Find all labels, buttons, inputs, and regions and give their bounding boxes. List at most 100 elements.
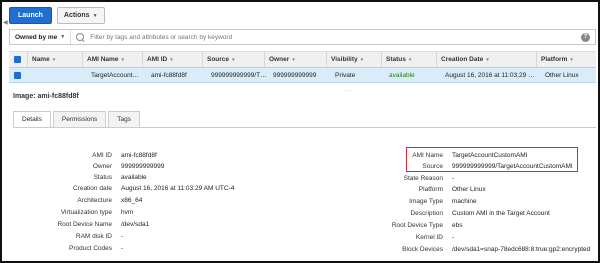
cell-visibility: Private — [335, 71, 356, 79]
launch-label: Launch — [18, 12, 43, 19]
label-state-reason: State Reason — [403, 175, 443, 182]
column-label: AMI ID — [147, 56, 168, 63]
label-root-device-type: Root Device Type — [391, 222, 443, 229]
column-label: AMI Name — [87, 56, 119, 63]
launch-button[interactable]: Launch — [9, 7, 52, 24]
value-description: Custom AMI in the Target Account — [452, 210, 550, 217]
value-state-reason: - — [452, 175, 455, 182]
value-creation-date: August 16, 2016 at 11:03:29 AM UTC-4 — [121, 185, 235, 192]
resize-handle[interactable]: ··· — [344, 88, 353, 94]
sort-icon: ▾ — [232, 56, 235, 63]
owned-by-label: Owned by me — [15, 33, 58, 41]
column-label: Owner — [269, 56, 290, 63]
owned-by-dropdown[interactable]: Owned by me ▼ — [10, 30, 72, 44]
column-owner[interactable]: Owner ▾ — [264, 52, 326, 67]
column-ami-id[interactable]: AMI ID ▾ — [142, 52, 202, 67]
label-status: Status — [93, 174, 112, 181]
column-label: Status — [386, 56, 406, 63]
column-label: Platform — [541, 56, 568, 63]
label-block-devices: Block Devices — [402, 246, 443, 253]
label-kernel-id: Kernel ID — [415, 234, 443, 241]
sort-icon: ▾ — [52, 56, 56, 63]
cell-owner: 999999999999 — [273, 71, 317, 79]
column-creation-date[interactable]: Creation Date ▾ — [436, 52, 536, 67]
chevron-down-icon: ▼ — [92, 12, 98, 19]
collapse-arrow-icon[interactable]: ◀ — [3, 19, 8, 26]
sort-icon: ▾ — [292, 56, 295, 63]
tab-label: Permissions — [61, 116, 98, 123]
label-ami-id: AMI ID — [92, 152, 112, 159]
search-input[interactable] — [85, 33, 581, 41]
label-ami-name: AMI Name — [412, 152, 443, 159]
toolbar: Launch Actions ▼ — [9, 7, 105, 25]
column-name[interactable]: Name ▾ — [27, 52, 82, 67]
column-label: Name — [32, 56, 50, 63]
sort-icon: ▾ — [170, 56, 173, 63]
cell-platform: Other Linux — [545, 71, 579, 79]
column-status[interactable]: Status ▾ — [381, 52, 436, 67]
cell-source: 999999999999/T… — [211, 71, 267, 79]
value-owner: 999999999999 — [121, 163, 165, 170]
value-root-device-name: /dev/sda1 — [121, 221, 150, 228]
sort-icon: ▾ — [360, 56, 364, 63]
value-ram-disk-id: - — [121, 233, 124, 240]
value-ami-name: TargetAccountCustomAMI — [452, 152, 528, 159]
label-creation-date: Creation date — [72, 185, 112, 192]
cell-creation-date: August 16, 2016 at 11:03:29 … — [445, 71, 535, 79]
label-image-type: Image Type — [409, 198, 443, 205]
column-platform[interactable]: Platform ▾ — [536, 52, 596, 67]
help-icon[interactable]: ? — [581, 32, 590, 42]
cell-ami-name: TargetAccount… — [91, 71, 140, 79]
table-row[interactable]: TargetAccount… ami-fc88fd8f 999999999999… — [9, 68, 596, 83]
actions-button[interactable]: Actions ▼ — [56, 7, 105, 24]
label-root-device-name: Root Device Name — [57, 221, 112, 228]
select-all-checkbox[interactable] — [14, 56, 21, 63]
value-platform: Other Linux — [452, 186, 486, 193]
details-title: Image: ami-fc88fd8f — [13, 93, 79, 100]
label-product-codes: Product Codes — [69, 245, 112, 252]
value-virtualization-type: hvm — [121, 209, 134, 216]
tab-label: Details — [22, 116, 42, 123]
sort-icon: ▾ — [570, 56, 573, 63]
label-owner: Owner — [92, 163, 112, 170]
cell-status: available — [389, 71, 415, 79]
sort-icon: ▾ — [408, 56, 412, 63]
filter-bar: Owned by me▼ ? — [9, 29, 596, 45]
value-source: 999999999999/TargetAccountCustomAMI — [452, 163, 573, 170]
tabs-divider — [13, 127, 596, 128]
cell-ami-id: ami-fc88fd8f — [151, 71, 187, 79]
actions-label: Actions — [63, 12, 90, 19]
tab-label: Tags — [117, 116, 132, 123]
tab-details[interactable]: Details — [13, 111, 51, 127]
tab-permissions[interactable]: Permissions — [52, 111, 107, 127]
chevron-down-icon: ▼ — [60, 34, 66, 40]
value-product-codes: - — [121, 245, 124, 252]
value-ami-id: ami-fc88fd8f — [121, 152, 157, 159]
value-architecture: x86_64 — [121, 197, 143, 204]
sort-icon: ▾ — [486, 56, 489, 63]
column-label: Source — [207, 56, 230, 63]
column-ami-name[interactable]: AMI Name ▾ — [82, 52, 142, 67]
column-label: Creation Date — [441, 56, 484, 63]
value-kernel-id: - — [452, 234, 455, 241]
value-image-type: machine — [452, 198, 477, 205]
label-architecture: Architecture — [77, 197, 112, 204]
details-tabs: Details Permissions Tags — [13, 111, 142, 127]
label-source: Source — [422, 163, 443, 170]
row-checkbox[interactable] — [14, 71, 21, 79]
value-root-device-type: ebs — [452, 222, 463, 229]
value-block-devices: /dev/sda1=snap-78edc688:8:true:gp2:encry… — [452, 246, 591, 253]
column-visibility[interactable]: Visibility ▾ — [326, 52, 381, 67]
ami-table: Name ▾ AMI Name ▾ AMI ID ▾ Source ▾ Owner ▾ V… — [9, 51, 596, 83]
label-virtualization-type: Virtualization type — [60, 209, 112, 216]
sort-icon: ▾ — [121, 56, 124, 63]
tab-tags[interactable]: Tags — [108, 111, 141, 127]
search-icon — [76, 32, 85, 42]
table-header: Name ▾ AMI Name ▾ AMI ID ▾ Source ▾ Owner ▾ V… — [9, 51, 596, 68]
column-source[interactable]: Source ▾ — [202, 52, 264, 67]
label-ram-disk-id: RAM disk ID — [75, 233, 112, 240]
label-description: Description — [410, 210, 443, 217]
label-platform: Platform — [418, 186, 443, 193]
column-label: Visibility — [331, 56, 358, 63]
value-status: available — [121, 174, 147, 181]
